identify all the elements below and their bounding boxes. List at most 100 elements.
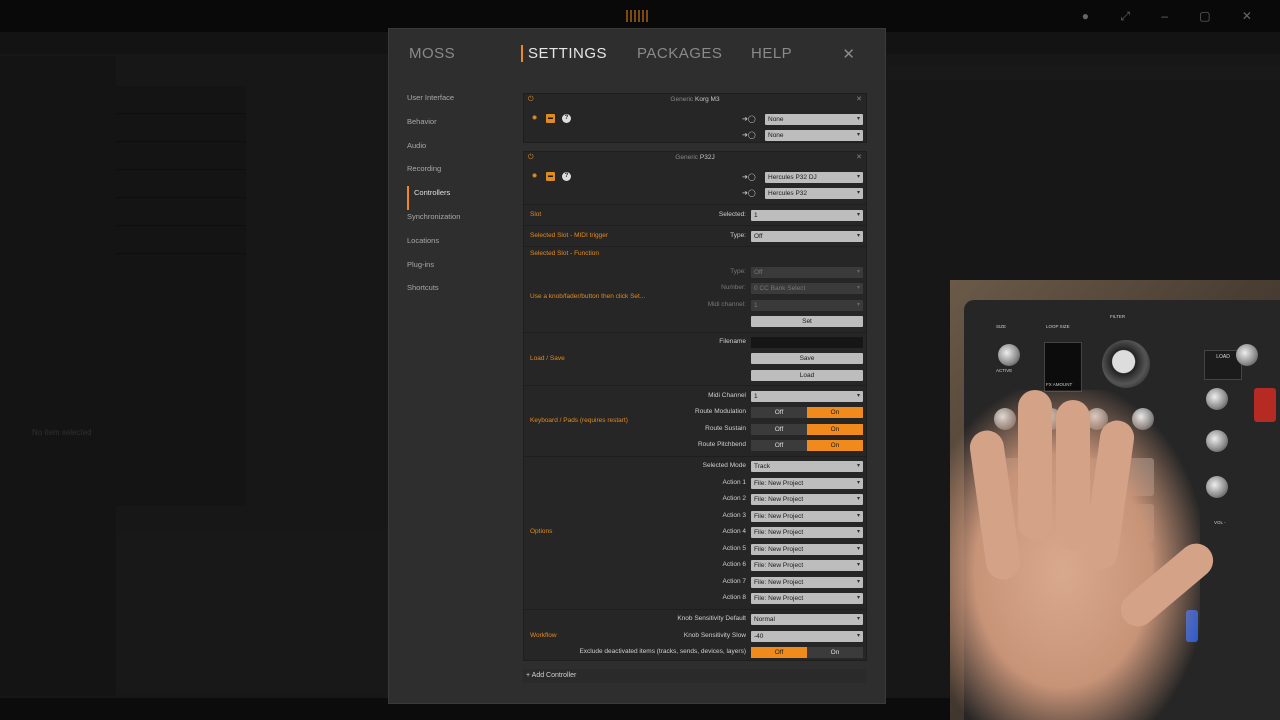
options-section-label: Options bbox=[530, 528, 553, 535]
nav-settings[interactable]: SETTINGS bbox=[521, 45, 607, 62]
add-controller-button[interactable]: + Add Controller bbox=[523, 669, 867, 683]
sidebar-item-audio[interactable]: Audio bbox=[407, 139, 517, 163]
action-select[interactable]: File: New Project bbox=[751, 511, 863, 522]
gear-icon[interactable]: ✹ bbox=[530, 114, 539, 123]
settings-sidebar: User Interface Behavior Audio Recording … bbox=[407, 91, 517, 305]
input-port-select[interactable]: None bbox=[765, 114, 863, 125]
action-select[interactable]: File: New Project bbox=[751, 544, 863, 555]
hw-label: FX AMOUNT bbox=[1046, 382, 1073, 387]
settings-dialog: MOSS SETTINGS PACKAGES HELP ✕ User Inter… bbox=[388, 28, 886, 704]
route-modulation-off[interactable]: Off bbox=[751, 407, 807, 418]
exclude-deactivated-label: Exclude deactivated items (tracks, sends… bbox=[579, 648, 746, 655]
knob bbox=[1206, 388, 1228, 410]
divider bbox=[524, 609, 866, 610]
action-label: Action 7 bbox=[722, 578, 747, 585]
action-label: Action 3 bbox=[722, 512, 747, 519]
close-icon[interactable]: ✕ bbox=[856, 152, 862, 163]
red-button bbox=[1254, 388, 1276, 422]
output-port-icon: ➔◯ bbox=[742, 190, 756, 197]
route-sustain-off[interactable]: Off bbox=[751, 424, 807, 435]
action-select[interactable]: File: New Project bbox=[751, 478, 863, 489]
controller-header: ⏻ Generic P32J ✕ bbox=[524, 152, 866, 163]
function-midi-channel-label: Midi channel: bbox=[707, 301, 746, 308]
function-midi-channel-select[interactable]: 1 bbox=[751, 300, 863, 311]
power-icon[interactable]: ⏻ bbox=[528, 94, 534, 105]
route-pitchbend-on[interactable]: On bbox=[807, 440, 863, 451]
sidebar-item-recording[interactable]: Recording bbox=[407, 162, 517, 186]
divider bbox=[524, 385, 866, 386]
output-port-icon: ➔◯ bbox=[742, 132, 756, 139]
knob bbox=[1206, 476, 1228, 498]
exclude-deactivated-off[interactable]: Off bbox=[751, 647, 807, 658]
sidebar-item-locations[interactable]: Locations bbox=[407, 234, 517, 258]
action-select[interactable]: File: New Project bbox=[751, 560, 863, 571]
function-number-select[interactable]: 0 CC Bank Select bbox=[751, 283, 863, 294]
nav-moss[interactable]: MOSS bbox=[409, 45, 455, 62]
divider bbox=[524, 332, 866, 333]
keyboard-midi-channel-select[interactable]: 1 bbox=[751, 391, 863, 402]
save-button[interactable]: Save bbox=[751, 353, 863, 364]
message-icon[interactable]: ▬ bbox=[546, 172, 555, 181]
divider bbox=[524, 225, 866, 226]
close-icon[interactable]: ✕ bbox=[856, 94, 862, 105]
slot-selected-select[interactable]: 1 bbox=[751, 210, 863, 221]
dialog-nav: MOSS SETTINGS PACKAGES HELP ✕ bbox=[409, 45, 869, 67]
nav-packages[interactable]: PACKAGES bbox=[637, 45, 722, 62]
controller-name: P32J bbox=[699, 154, 715, 161]
help-icon[interactable]: ? bbox=[562, 172, 571, 181]
nav-help[interactable]: HELP bbox=[751, 45, 792, 62]
action-select[interactable]: File: New Project bbox=[751, 577, 863, 588]
power-icon[interactable]: ⏻ bbox=[528, 152, 534, 163]
selected-mode-select[interactable]: Track bbox=[751, 461, 863, 472]
finger bbox=[1018, 390, 1052, 540]
set-button[interactable]: Set bbox=[751, 316, 863, 327]
load-button[interactable]: Load bbox=[751, 370, 863, 381]
keyboard-midi-channel-label: Midi Channel bbox=[708, 392, 746, 399]
route-pitchbend-off[interactable]: Off bbox=[751, 440, 807, 451]
action-label: Action 4 bbox=[722, 528, 747, 535]
sidebar-item-shortcuts[interactable]: Shortcuts bbox=[407, 281, 517, 305]
output-port-select[interactable]: None bbox=[765, 130, 863, 141]
function-type-label: Type: bbox=[730, 268, 746, 275]
action-select[interactable]: File: New Project bbox=[751, 527, 863, 538]
action-select[interactable]: File: New Project bbox=[751, 494, 863, 505]
sidebar-item-behavior[interactable]: Behavior bbox=[407, 115, 517, 139]
knob bbox=[1206, 430, 1228, 452]
controller-panel-p32j: ⏻ Generic P32J ✕ ✹ ▬ ? ➔◯ Hercules P32 D… bbox=[523, 151, 867, 661]
input-port-select[interactable]: Hercules P32 DJ bbox=[765, 172, 863, 183]
workflow-section-label: Workflow bbox=[530, 632, 557, 639]
route-sustain-label: Route Sustain bbox=[705, 425, 746, 432]
hw-label: FILTER bbox=[1110, 314, 1126, 319]
controller-panel-korg: ⏻ Generic Korg M3 ✕ ✹ ▬ ? ➔◯ None ➔◯ Non… bbox=[523, 93, 867, 143]
function-hint: Use a knob/fader/button then click Set..… bbox=[530, 293, 646, 300]
trigger-section-label: Selected Slot - MIDI trigger bbox=[530, 232, 609, 239]
hw-label: LOAD bbox=[1216, 354, 1230, 360]
action-label: Action 6 bbox=[722, 561, 747, 568]
knob-slow-label: Knob Sensitivity Slow bbox=[683, 632, 746, 639]
sidebar-item-synchronization[interactable]: Synchronization bbox=[407, 210, 517, 234]
sidebar-item-user-interface[interactable]: User Interface bbox=[407, 91, 517, 115]
close-icon[interactable]: ✕ bbox=[842, 45, 855, 63]
sidebar-item-controllers[interactable]: Controllers bbox=[407, 186, 517, 210]
function-type-select[interactable]: Off bbox=[751, 267, 863, 278]
route-sustain-on[interactable]: On bbox=[807, 424, 863, 435]
route-modulation-on[interactable]: On bbox=[807, 407, 863, 418]
sidebar-item-plugins[interactable]: Plug-ins bbox=[407, 258, 517, 282]
trigger-type-select[interactable]: Off bbox=[751, 231, 863, 242]
help-icon[interactable]: ? bbox=[562, 114, 571, 123]
hw-label: ACTIVE bbox=[996, 368, 1013, 373]
knob-default-select[interactable]: Normal bbox=[751, 614, 863, 625]
knob bbox=[1236, 344, 1258, 366]
exclude-deactivated-on[interactable]: On bbox=[807, 647, 863, 658]
finger bbox=[1056, 400, 1090, 550]
divider bbox=[524, 456, 866, 457]
knob-slow-select[interactable]: -40 bbox=[751, 631, 863, 642]
controller-photo: LOOP SIZE SIZE ACTIVE FILTER FX AMOUNT P… bbox=[950, 280, 1280, 720]
action-label: Action 1 bbox=[722, 479, 747, 486]
message-icon[interactable]: ▬ bbox=[546, 114, 555, 123]
action-select[interactable]: File: New Project bbox=[751, 593, 863, 604]
controller-prefix: Generic bbox=[670, 96, 694, 103]
filename-input[interactable] bbox=[751, 337, 863, 348]
output-port-select[interactable]: Hercules P32 bbox=[765, 188, 863, 199]
gear-icon[interactable]: ✹ bbox=[530, 172, 539, 181]
